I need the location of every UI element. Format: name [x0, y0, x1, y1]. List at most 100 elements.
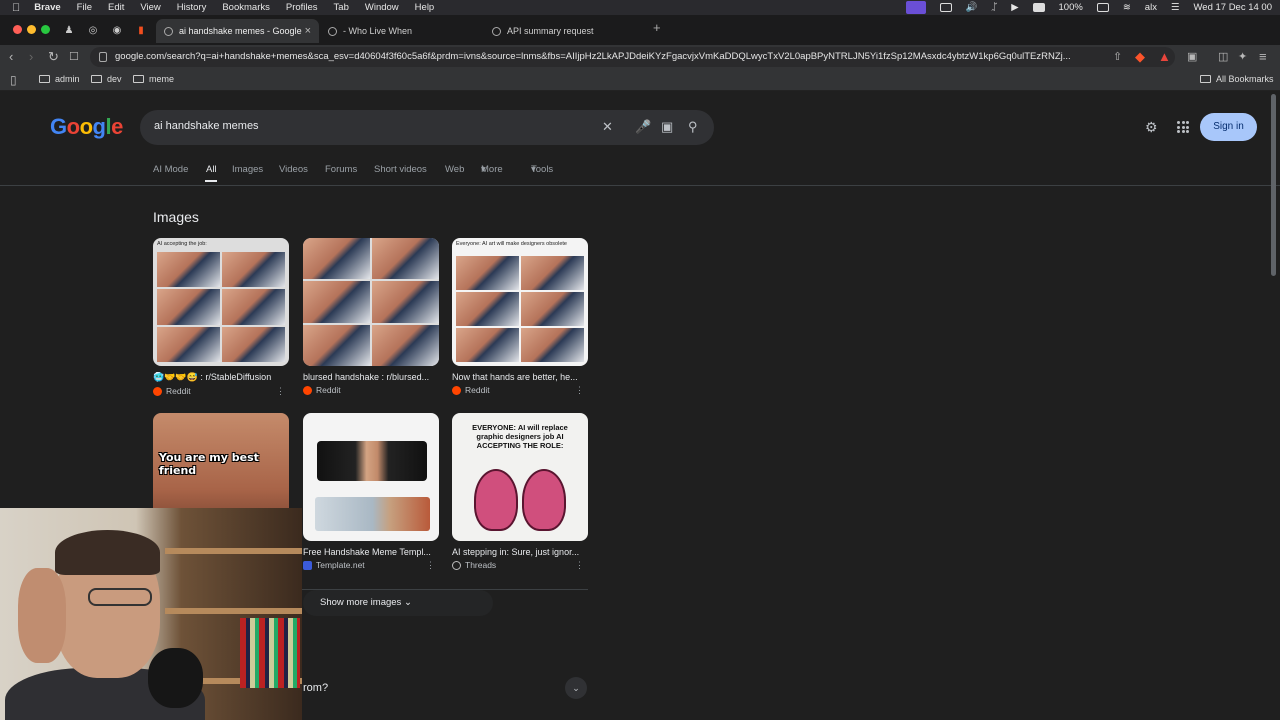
image-thumbnail[interactable]	[303, 238, 439, 366]
brave-shields-icon[interactable]: ◆	[1135, 49, 1145, 65]
pinned-tab-github-icon[interactable]: ◉	[109, 22, 125, 38]
leo-ai-icon[interactable]: ✦	[1238, 49, 1247, 65]
search-box[interactable]: ai handshake memes ✕ 🎤 ▣ ⚲	[140, 110, 714, 145]
image-result-card[interactable]: Free Handshake Meme Templ... Template.ne…	[303, 413, 439, 570]
pinned-tab-chrome-icon[interactable]: ◎	[85, 22, 101, 38]
tab-web[interactable]: Web	[445, 164, 464, 175]
share-icon[interactable]: ⇧	[1113, 49, 1122, 65]
clock[interactable]: Wed 17 Dec 14 00	[1193, 2, 1272, 13]
apple-menu-icon[interactable]: 	[12, 2, 20, 14]
image-thumbnail[interactable]: Everyone: AI art will make designers obs…	[452, 238, 588, 366]
menu-file[interactable]: File	[77, 2, 92, 13]
sidebar-icon[interactable]: ◫	[1218, 49, 1228, 65]
close-window-button[interactable]	[13, 25, 22, 34]
wifi-icon[interactable]: ≋	[1123, 2, 1131, 13]
bookmark-icon[interactable]: ☐	[69, 49, 79, 65]
toggle-icon[interactable]	[939, 3, 952, 12]
screen-record-icon[interactable]	[905, 1, 926, 14]
user-name[interactable]: alx	[1145, 2, 1157, 13]
menu-history[interactable]: History	[177, 2, 207, 13]
minimize-window-button[interactable]	[27, 25, 36, 34]
image-source[interactable]: Threads ⋮	[452, 560, 588, 570]
image-thumbnail[interactable]	[303, 413, 439, 541]
image-source[interactable]: Template.net ⋮	[303, 560, 439, 570]
app-menu[interactable]: Brave	[34, 2, 60, 13]
image-caption[interactable]: AI stepping in: Sure, just ignor...	[452, 547, 586, 557]
sidebar-toggle-icon[interactable]: ‹	[9, 49, 13, 65]
tab-short-videos[interactable]: Short videos	[374, 164, 427, 175]
search-query[interactable]: ai handshake memes	[154, 120, 259, 132]
tab-forums[interactable]: Forums	[325, 164, 357, 175]
image-thumbnail[interactable]: AI accepting the job:	[153, 238, 289, 366]
tab-images[interactable]: Images	[232, 164, 263, 175]
image-caption[interactable]: Now that hands are better, he...	[452, 372, 586, 382]
menu-help[interactable]: Help	[415, 2, 435, 13]
control-center-icon[interactable]: ☰	[1171, 2, 1180, 13]
tab-who-live-when[interactable]: - Who Live When	[320, 19, 480, 43]
lens-search-icon[interactable]: ▣	[661, 119, 673, 135]
clear-search-icon[interactable]: ✕	[602, 119, 613, 135]
image-result-card[interactable]: AI accepting the job: 🥶🤝🤝😅 : r/StableDif…	[153, 238, 289, 396]
pinned-tab-person-icon[interactable]: ♟	[61, 22, 77, 38]
tab-all[interactable]: All	[206, 164, 217, 175]
image-caption[interactable]: 🥶🤝🤝😅 : r/StableDiffusion	[153, 372, 287, 383]
input-source-icon[interactable]	[1032, 3, 1045, 12]
image-source[interactable]: Reddit ⋮	[452, 385, 588, 395]
tab-videos[interactable]: Videos	[279, 164, 308, 175]
zoom-window-button[interactable]	[41, 25, 50, 34]
page-scrollbar[interactable]	[1271, 94, 1276, 276]
image-caption[interactable]: Free Handshake Meme Templ...	[303, 547, 437, 557]
menu-bookmarks[interactable]: Bookmarks	[222, 2, 270, 13]
more-options-icon[interactable]: ⋮	[575, 385, 584, 396]
chevron-down-icon[interactable]: ⌄	[565, 677, 587, 699]
tab-more[interactable]: More ▾	[481, 164, 503, 175]
menu-view[interactable]: View	[140, 2, 160, 13]
bookmark-folder-meme[interactable]: meme	[133, 74, 174, 84]
volume-icon[interactable]: 🔊	[966, 2, 978, 13]
handshake-image	[317, 441, 427, 481]
image-result-card[interactable]: blursed handshake : r/blursed... Reddit	[303, 238, 439, 395]
sign-in-button[interactable]: Sign in	[1200, 113, 1257, 141]
image-source[interactable]: Reddit	[303, 385, 439, 395]
image-result-card[interactable]: EVERYONE: AI will replace graphic design…	[452, 413, 588, 570]
menu-tab[interactable]: Tab	[334, 2, 349, 13]
new-tab-icon[interactable]: +	[653, 20, 661, 35]
menu-icon[interactable]: ≡	[1259, 49, 1267, 65]
show-more-images-button[interactable]: Show more images ⌄	[303, 590, 493, 616]
vertical-tabs-icon[interactable]: ▯	[10, 72, 17, 88]
tab-ai-mode[interactable]: AI Mode	[153, 164, 188, 175]
close-tab-icon[interactable]: ×	[305, 25, 311, 37]
settings-gear-icon[interactable]: ⚙	[1145, 119, 1158, 136]
play-icon[interactable]: ▶	[1011, 2, 1018, 13]
tab-google-search[interactable]: ai handshake memes - Google ×	[156, 19, 319, 43]
window-icon[interactable]: ▣	[1187, 49, 1197, 65]
google-logo[interactable]: Google	[50, 114, 123, 140]
more-options-icon[interactable]: ⋮	[426, 560, 435, 571]
search-icon[interactable]: ⚲	[688, 119, 698, 135]
pinned-tab-figma-icon[interactable]: ▮	[133, 22, 149, 38]
more-options-icon[interactable]: ⋮	[276, 386, 285, 397]
menu-profiles[interactable]: Profiles	[286, 2, 318, 13]
forward-icon[interactable]: ›	[29, 49, 33, 65]
image-thumbnail[interactable]: EVERYONE: AI will replace graphic design…	[452, 413, 588, 541]
voice-search-icon[interactable]: 🎤	[635, 119, 651, 135]
tab-api-summary[interactable]: API summary request	[484, 19, 644, 43]
brave-rewards-icon[interactable]: ▲	[1158, 49, 1171, 65]
site-info-icon[interactable]	[99, 52, 107, 62]
tab-tools[interactable]: Tools ▾	[531, 164, 553, 175]
image-source[interactable]: Reddit ⋮	[153, 386, 289, 396]
all-bookmarks[interactable]: All Bookmarks	[1200, 74, 1274, 84]
battery-icon[interactable]	[1096, 3, 1109, 12]
image-caption[interactable]: blursed handshake : r/blursed...	[303, 372, 437, 382]
related-question[interactable]: rom?	[303, 682, 328, 694]
address-bar[interactable]: google.com/search?q=ai+handshake+memes&s…	[90, 47, 1175, 67]
google-apps-icon[interactable]	[1177, 121, 1189, 133]
bluetooth-icon[interactable]: ᛢ	[992, 2, 998, 13]
image-result-card[interactable]: Everyone: AI art will make designers obs…	[452, 238, 588, 395]
bookmark-folder-admin[interactable]: admin	[39, 74, 80, 84]
reload-icon[interactable]: ↻	[48, 49, 59, 65]
menu-window[interactable]: Window	[365, 2, 399, 13]
bookmark-folder-dev[interactable]: dev	[91, 74, 122, 84]
menu-edit[interactable]: Edit	[108, 2, 124, 13]
more-options-icon[interactable]: ⋮	[575, 560, 584, 571]
